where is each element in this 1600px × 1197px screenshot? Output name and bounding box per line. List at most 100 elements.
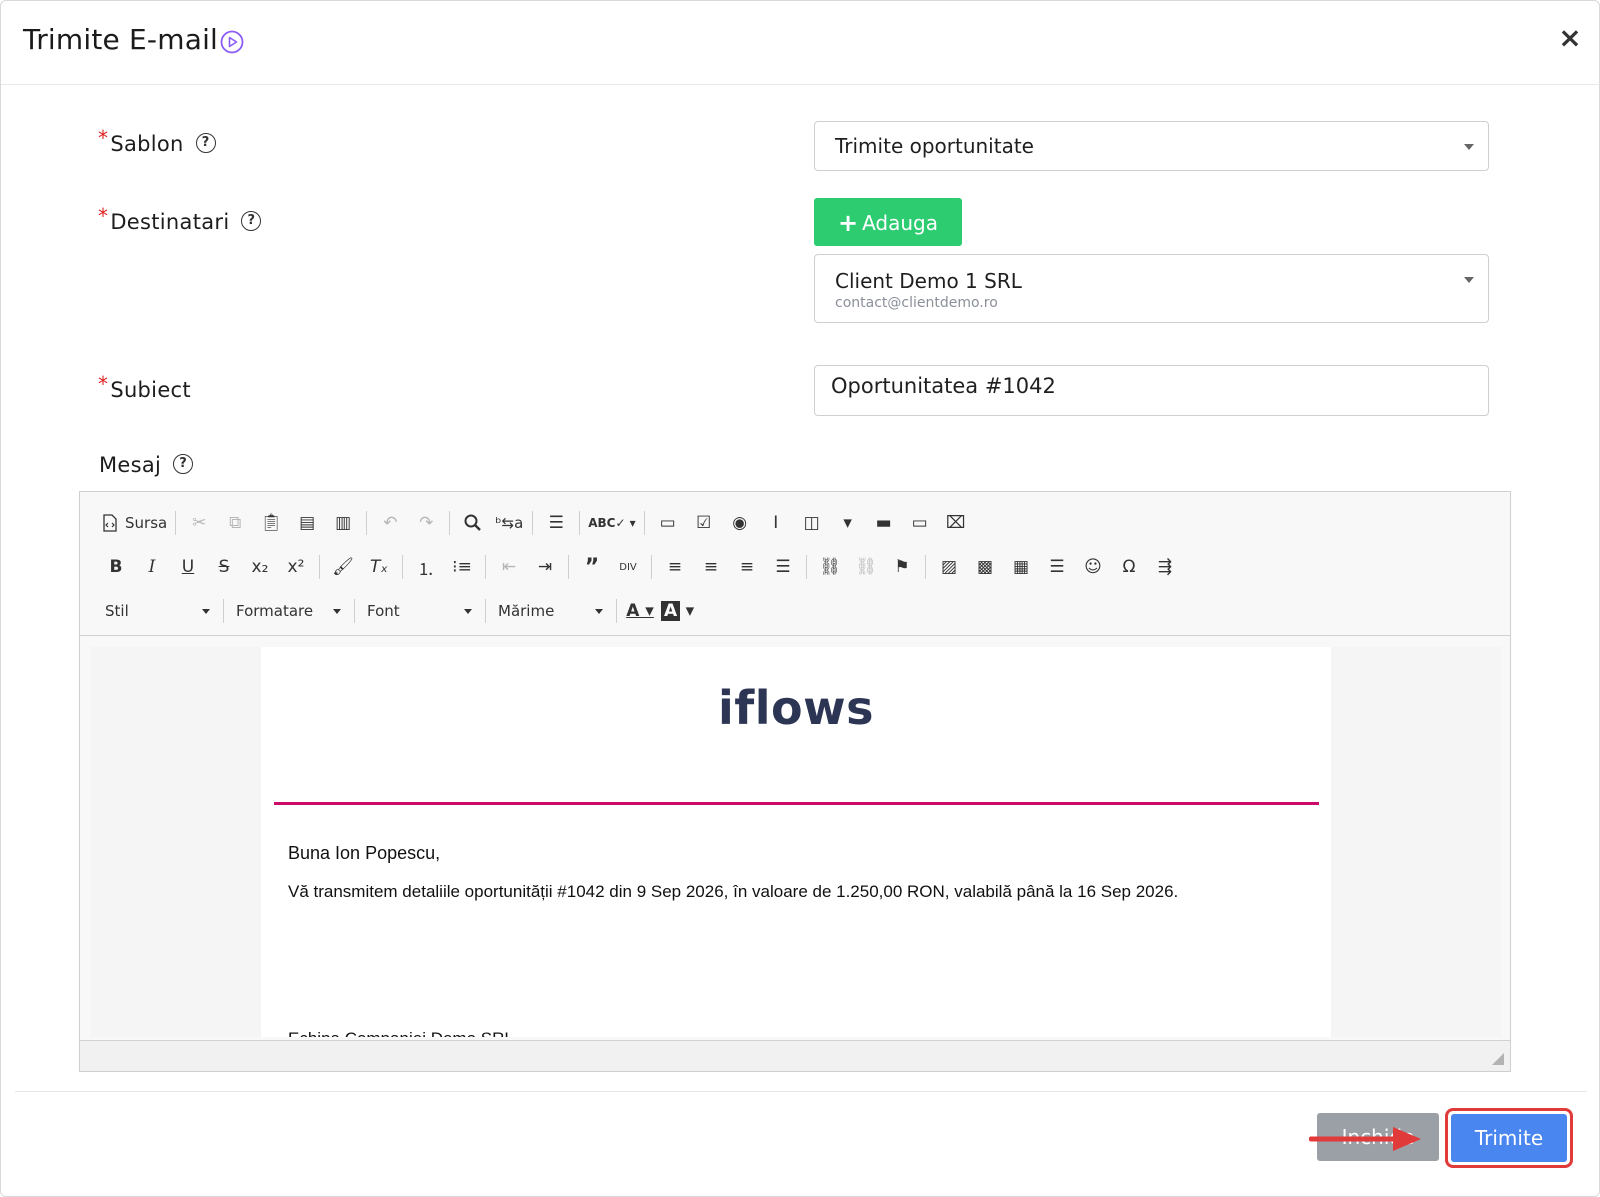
align-center-icon[interactable]: ≡ <box>696 552 726 582</box>
toolbar-separator <box>319 555 320 579</box>
remove-format-icon[interactable]: Tₓ <box>364 552 394 582</box>
help-icon[interactable]: ? <box>173 454 194 474</box>
radio-icon[interactable]: ◉ <box>725 508 755 538</box>
align-right-icon[interactable]: ≡ <box>732 552 762 582</box>
help-icon[interactable]: ? <box>241 211 262 231</box>
required-mark: * <box>98 372 109 396</box>
size-combo-label: Mărime <box>498 602 555 620</box>
find-icon[interactable] <box>458 508 488 538</box>
required-mark: * <box>98 126 109 150</box>
flash-icon[interactable]: ▩ <box>970 552 1000 582</box>
textarea-icon[interactable]: ◫ <box>797 508 827 538</box>
send-button[interactable]: Trimite <box>1451 1114 1567 1162</box>
chevron-down-icon <box>202 608 210 614</box>
message-label: Mesaj? <box>99 453 194 477</box>
style-combo[interactable]: Stil <box>98 596 218 626</box>
paste-word-icon[interactable]: ▥ <box>328 508 358 538</box>
copy-icon[interactable]: ⧉ <box>220 508 250 538</box>
select-all-icon[interactable]: ☰ <box>541 508 571 538</box>
anchor-icon[interactable]: ⚑ <box>887 552 917 582</box>
rich-text-editor: Sursa ✂ ⧉ 📋︎ ▤ ▥ ↶ ↷ ᵇ⇆a ☰ ABC✓ ▾ ▭ ☑ ◉ … <box>79 491 1511 1072</box>
email-greeting: Buna Ion Popescu, <box>288 843 441 863</box>
subscript-icon[interactable]: x₂ <box>245 552 275 582</box>
recipients-label: *Destinatari? <box>98 204 262 234</box>
editor-status-bar <box>80 1040 1510 1071</box>
align-left-icon[interactable]: ≡ <box>660 552 690 582</box>
background-color-icon[interactable]: A ▾ <box>661 596 694 626</box>
unlink-icon[interactable]: ⛓ <box>851 552 881 582</box>
select-icon[interactable]: ▾ <box>833 508 863 538</box>
blockquote-icon[interactable]: ” <box>577 552 607 582</box>
chevron-down-icon <box>595 608 603 614</box>
required-mark: * <box>98 204 109 228</box>
recipient-name: Client Demo 1 SRL <box>835 269 1022 293</box>
recipients-label-text: Destinatari <box>110 210 230 234</box>
form-icon[interactable]: ▭ <box>653 508 683 538</box>
replace-icon[interactable]: ᵇ⇆a <box>494 508 524 538</box>
paste-text-icon[interactable]: ▤ <box>292 508 322 538</box>
checkbox-icon[interactable]: ☑ <box>689 508 719 538</box>
font-combo[interactable]: Font <box>360 596 480 626</box>
chevron-down-icon <box>333 608 341 614</box>
brand-divider <box>274 802 1319 805</box>
horizontal-line-icon[interactable]: ☰ <box>1042 552 1072 582</box>
underline-icon[interactable]: U <box>173 552 203 582</box>
textfield-icon[interactable]: Ⅰ <box>761 508 791 538</box>
play-circle-icon[interactable] <box>220 30 244 54</box>
template-label: *Sablon? <box>98 126 216 156</box>
special-char-icon[interactable]: Ω <box>1114 552 1144 582</box>
div-icon[interactable]: DIV <box>613 552 643 582</box>
close-icon[interactable]: × <box>1557 23 1583 53</box>
source-button[interactable]: Sursa <box>101 508 167 538</box>
button-icon[interactable]: ▬ <box>869 508 899 538</box>
toolbar-row-3: Stil Formatare Font Mărime A ▾ A ▾ <box>98 592 697 630</box>
toolbar-row-1: Sursa ✂ ⧉ 📋︎ ▤ ▥ ↶ ↷ ᵇ⇆a ☰ ABC✓ ▾ ▭ ☑ ◉ … <box>98 504 974 542</box>
redo-icon[interactable]: ↷ <box>411 508 441 538</box>
text-color-icon[interactable]: A ▾ <box>625 596 655 626</box>
message-label-text: Mesaj <box>99 453 162 477</box>
page-break-icon[interactable]: ⇶ <box>1150 552 1180 582</box>
format-combo-label: Formatare <box>236 602 314 620</box>
justify-icon[interactable]: ☰ <box>768 552 798 582</box>
chevron-down-icon <box>1464 144 1474 150</box>
strike-icon[interactable]: S <box>209 552 239 582</box>
editor-content-area[interactable]: iflows Buna Ion Popescu, Vă transmitem d… <box>90 647 1502 1037</box>
subject-label: *Subiect <box>98 372 191 402</box>
spellcheck-icon[interactable]: ABC✓ ▾ <box>588 508 636 538</box>
format-combo[interactable]: Formatare <box>229 596 349 626</box>
link-icon[interactable]: ⛓ <box>815 552 845 582</box>
indent-icon[interactable]: ⇥ <box>530 552 560 582</box>
send-email-modal: Trimite E-mail × *Sablon? Trimite oportu… <box>0 0 1600 1197</box>
italic-icon[interactable]: I <box>137 552 167 582</box>
bold-icon[interactable]: B <box>101 552 131 582</box>
numbered-list-icon[interactable]: ⒈ <box>411 552 441 582</box>
size-combo[interactable]: Mărime <box>491 596 611 626</box>
toolbar-separator <box>643 511 645 535</box>
modal-header: Trimite E-mail × <box>1 1 1600 85</box>
style-combo-label: Stil <box>105 602 129 620</box>
toolbar-separator <box>532 511 534 535</box>
image-icon[interactable]: ▨ <box>934 552 964 582</box>
toolbar-separator <box>651 555 652 579</box>
resize-handle-icon[interactable] <box>1492 1053 1504 1065</box>
help-icon[interactable]: ? <box>195 133 216 153</box>
image-button-icon[interactable]: ▭ <box>905 508 935 538</box>
hidden-field-icon[interactable]: ⌧ <box>941 508 971 538</box>
toolbar-separator <box>925 555 926 579</box>
bulleted-list-icon[interactable]: ⁝≡ <box>447 552 477 582</box>
template-select-value: Trimite oportunitate <box>835 134 1034 158</box>
subject-input[interactable]: Oportunitatea #1042 <box>814 365 1489 416</box>
add-recipient-button[interactable]: + Adauga <box>814 198 962 246</box>
recipient-select[interactable]: Client Demo 1 SRL contact@clientdemo.ro <box>814 254 1489 323</box>
paste-icon[interactable]: 📋︎ <box>256 508 286 538</box>
undo-icon[interactable]: ↶ <box>375 508 405 538</box>
font-combo-label: Font <box>367 602 400 620</box>
smiley-icon[interactable]: ☺ <box>1078 552 1108 582</box>
email-body[interactable]: iflows Buna Ion Popescu, Vă transmitem d… <box>261 647 1331 1037</box>
cut-icon[interactable]: ✂ <box>184 508 214 538</box>
copy-format-icon[interactable]: 🖌︎ <box>328 552 358 582</box>
table-icon[interactable]: ▦ <box>1006 552 1036 582</box>
superscript-icon[interactable]: x² <box>281 552 311 582</box>
template-select[interactable]: Trimite oportunitate <box>814 121 1489 171</box>
outdent-icon[interactable]: ⇤ <box>494 552 524 582</box>
